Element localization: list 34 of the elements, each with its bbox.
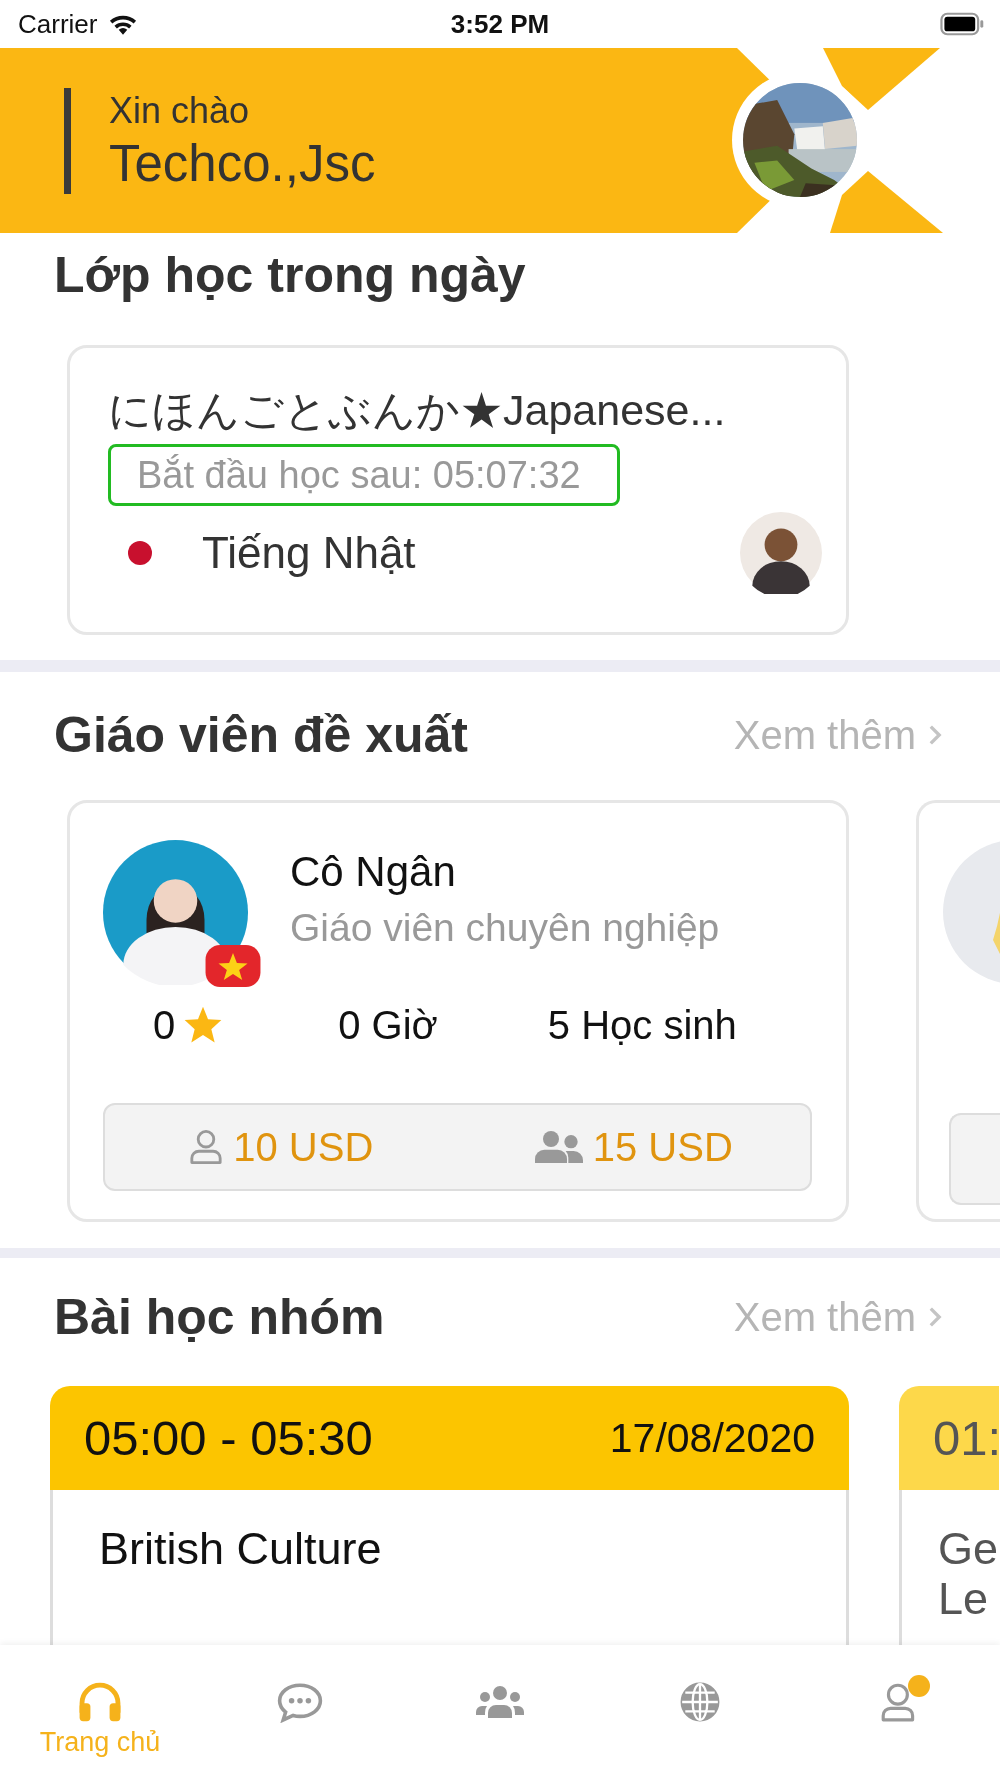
- company-name: Techco.,Jsc: [109, 133, 376, 194]
- rating-value: 0: [153, 1002, 176, 1048]
- students-value: 5 Học sinh: [547, 1002, 737, 1048]
- language-label: Tiếng Nhật: [202, 528, 417, 578]
- section-title: Bài học nhóm: [54, 1288, 385, 1347]
- class-card[interactable]: にほんごとぶんか★Japanese... Bắt đầu học sau: 05:07:32 Tiếng Nhật: [67, 345, 849, 635]
- class-title: にほんごとぶんか★Japanese...: [108, 385, 726, 436]
- star-icon: [183, 1005, 224, 1045]
- flag-icon: [205, 945, 261, 987]
- lesson-title: Le: [938, 1574, 990, 1624]
- price-label: 10 USD: [233, 1124, 374, 1170]
- lesson-time: 01:: [933, 1410, 1000, 1466]
- lesson-time: 05:00 - 05:30: [84, 1410, 373, 1466]
- teacher-card[interactable]: [916, 800, 1000, 1222]
- chat-icon: [276, 1681, 324, 1723]
- countdown-label: Bắt đầu học sau: 05:07:32: [108, 444, 620, 506]
- greeting-text: Xin chào: [109, 88, 251, 133]
- lesson-title: British Culture: [99, 1524, 383, 1574]
- teacher-name: Cô Ngân: [290, 847, 457, 897]
- status-time: 3:52 PM: [450, 8, 550, 40]
- section-title: Giáo viên đề xuất: [54, 706, 468, 765]
- carrier-text: Carrier: [18, 8, 98, 40]
- price-label: 15 USD: [592, 1124, 733, 1170]
- battery-icon: [940, 12, 984, 36]
- section-title: Lớp học trong ngày: [54, 246, 527, 305]
- person-icon: [189, 1128, 224, 1166]
- lesson-date: 17/08/2020: [609, 1414, 815, 1462]
- people-icon: [534, 1128, 583, 1166]
- hours-value: 0 Giờ: [338, 1002, 438, 1048]
- chevron-icon: [928, 1305, 942, 1329]
- teacher-card[interactable]: Cô Ngân Giáo viên chuyên nghiệp 0 0 Giờ 5 Học sinh 10 USD 15 USD: [67, 800, 849, 1222]
- lesson-title: Ge: [938, 1524, 999, 1574]
- chevron-icon: [928, 723, 942, 747]
- teacher-role: Giáo viên chuyên nghiệp: [290, 905, 720, 951]
